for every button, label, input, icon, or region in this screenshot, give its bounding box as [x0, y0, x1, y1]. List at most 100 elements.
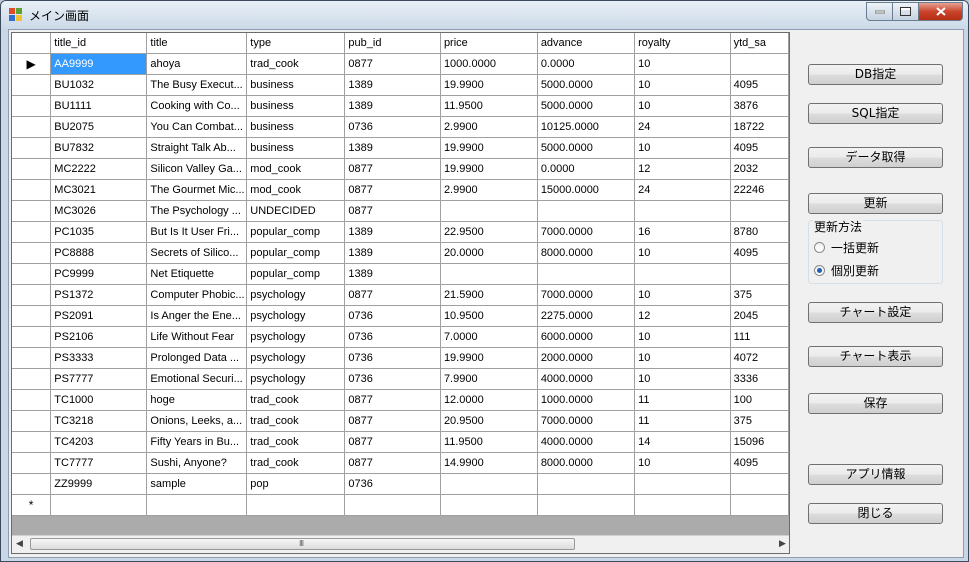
- table-cell[interactable]: 1389: [344, 263, 441, 285]
- table-row[interactable]: BU7832 Straight Talk Ab... business 1389 19.…: [12, 137, 789, 159]
- table-cell[interactable]: [730, 263, 789, 285]
- table-cell[interactable]: 12.0000: [440, 389, 538, 411]
- table-row[interactable]: PC9999 Net Etiquette popular_comp 1389: [12, 263, 789, 285]
- row-header[interactable]: ▶: [12, 53, 52, 75]
- table-cell[interactable]: 10: [634, 137, 731, 159]
- table-cell[interactable]: 8000.0000: [537, 452, 636, 474]
- close-button[interactable]: 閉じる: [808, 503, 943, 524]
- table-row[interactable]: PS7777 Emotional Securi... psychology 0736 7…: [12, 368, 789, 390]
- table-cell[interactable]: 3336: [730, 368, 789, 390]
- row-header[interactable]: [12, 179, 52, 201]
- table-cell[interactable]: 2000.0000: [537, 347, 636, 369]
- table-cell[interactable]: 4072: [730, 347, 789, 369]
- table-cell[interactable]: 5000.0000: [537, 74, 636, 96]
- table-cell[interactable]: hoge: [146, 389, 248, 411]
- table-cell[interactable]: 22.9500: [440, 221, 538, 243]
- table-cell[interactable]: 10: [634, 326, 731, 348]
- table-row[interactable]: MC3021 The Gourmet Mic... mod_cook 0877 2.99…: [12, 179, 789, 201]
- table-cell[interactable]: 0877: [344, 452, 441, 474]
- table-cell[interactable]: 10: [634, 368, 731, 390]
- table-cell[interactable]: 19.9900: [440, 74, 538, 96]
- table-cell[interactable]: 100: [730, 389, 789, 411]
- table-cell[interactable]: MC2222: [50, 158, 148, 180]
- table-cell[interactable]: Computer Phobic...: [146, 284, 248, 306]
- maximize-button[interactable]: [893, 2, 919, 21]
- table-row[interactable]: PC1035 But Is It User Fri... popular_comp 1…: [12, 221, 789, 243]
- table-cell[interactable]: BU1111: [50, 95, 148, 117]
- row-header[interactable]: [12, 347, 52, 369]
- scroll-right-icon[interactable]: ▶: [779, 539, 786, 549]
- table-cell[interactable]: 0877: [344, 389, 441, 411]
- table-row[interactable]: TC3218 Onions, Leeks, a... trad_cook 0877 20…: [12, 410, 789, 432]
- row-header[interactable]: [12, 305, 52, 327]
- table-cell[interactable]: 0877: [344, 179, 441, 201]
- table-cell[interactable]: pop: [246, 473, 346, 495]
- table-cell[interactable]: 10: [634, 242, 731, 264]
- table-cell[interactable]: 0.0000: [537, 53, 636, 75]
- row-header[interactable]: [12, 221, 52, 243]
- row-header[interactable]: [12, 200, 52, 222]
- radio-button-selected[interactable]: [814, 264, 825, 276]
- table-row[interactable]: ▶ AA9999 ahoya trad_cook 0877 1000.0000 0.0000…: [12, 53, 789, 75]
- row-header[interactable]: [12, 116, 52, 138]
- table-cell[interactable]: 6000.0000: [537, 326, 636, 348]
- table-cell[interactable]: business: [246, 95, 346, 117]
- table-cell[interactable]: The Gourmet Mic...: [146, 179, 248, 201]
- table-cell[interactable]: 1000.0000: [440, 53, 538, 75]
- column-header[interactable]: title: [146, 33, 248, 54]
- table-cell[interactable]: 14: [634, 431, 731, 453]
- table-cell[interactable]: 15096: [730, 431, 789, 453]
- table-cell[interactable]: 4095: [730, 452, 789, 474]
- table-cell[interactable]: [730, 494, 789, 516]
- table-cell[interactable]: BU7832: [50, 137, 148, 159]
- table-cell[interactable]: [246, 494, 346, 516]
- table-cell[interactable]: But Is It User Fri...: [146, 221, 248, 243]
- table-cell[interactable]: ZZ9999: [50, 473, 148, 495]
- table-cell[interactable]: PS2106: [50, 326, 148, 348]
- table-cell[interactable]: Silicon Valley Ga...: [146, 158, 248, 180]
- radio-button[interactable]: [814, 241, 825, 253]
- table-cell[interactable]: 0736: [344, 326, 441, 348]
- table-cell[interactable]: 24: [634, 179, 731, 201]
- horizontal-scrollbar[interactable]: ◀ III ▶: [12, 535, 789, 553]
- table-cell[interactable]: Fifty Years in Bu...: [146, 431, 248, 453]
- table-cell[interactable]: ahoya: [146, 53, 248, 75]
- table-cell[interactable]: [634, 494, 731, 516]
- table-cell[interactable]: [50, 494, 148, 516]
- table-cell[interactable]: PS7777: [50, 368, 148, 390]
- table-cell[interactable]: 10: [634, 95, 731, 117]
- table-cell[interactable]: trad_cook: [246, 410, 346, 432]
- table-cell[interactable]: 20.0000: [440, 242, 538, 264]
- table-cell[interactable]: 0736: [344, 473, 441, 495]
- table-cell[interactable]: business: [246, 74, 346, 96]
- table-row[interactable]: TC7777 Sushi, Anyone? trad_cook 0877 14.9900…: [12, 452, 789, 474]
- table-cell[interactable]: 375: [730, 284, 789, 306]
- table-cell[interactable]: BU2075: [50, 116, 148, 138]
- table-cell[interactable]: 8780: [730, 221, 789, 243]
- table-cell[interactable]: 19.9900: [440, 347, 538, 369]
- table-cell[interactable]: 15000.0000: [537, 179, 636, 201]
- chart-settings-button[interactable]: チャート設定: [808, 302, 943, 323]
- table-cell[interactable]: [537, 473, 636, 495]
- table-cell[interactable]: [146, 494, 248, 516]
- column-header[interactable]: title_id: [50, 33, 148, 54]
- table-cell[interactable]: business: [246, 116, 346, 138]
- table-cell[interactable]: Cooking with Co...: [146, 95, 248, 117]
- table-cell[interactable]: 1389: [344, 95, 441, 117]
- table-cell[interactable]: 4095: [730, 242, 789, 264]
- table-cell[interactable]: 2.9900: [440, 116, 538, 138]
- table-row[interactable]: PS2091 Is Anger the Ene... psychology 0736 1…: [12, 305, 789, 327]
- table-cell[interactable]: sample: [146, 473, 248, 495]
- table-cell[interactable]: 4095: [730, 137, 789, 159]
- table-cell[interactable]: PC9999: [50, 263, 148, 285]
- table-cell[interactable]: PS2091: [50, 305, 148, 327]
- table-cell[interactable]: psychology: [246, 368, 346, 390]
- table-cell[interactable]: 4000.0000: [537, 431, 636, 453]
- corner-header[interactable]: [12, 33, 52, 54]
- table-cell[interactable]: The Psychology ...: [146, 200, 248, 222]
- table-cell[interactable]: [634, 263, 731, 285]
- table-cell[interactable]: 11: [634, 389, 731, 411]
- table-cell[interactable]: PS1372: [50, 284, 148, 306]
- db-select-button[interactable]: DB指定: [808, 64, 943, 85]
- table-cell[interactable]: You Can Combat...: [146, 116, 248, 138]
